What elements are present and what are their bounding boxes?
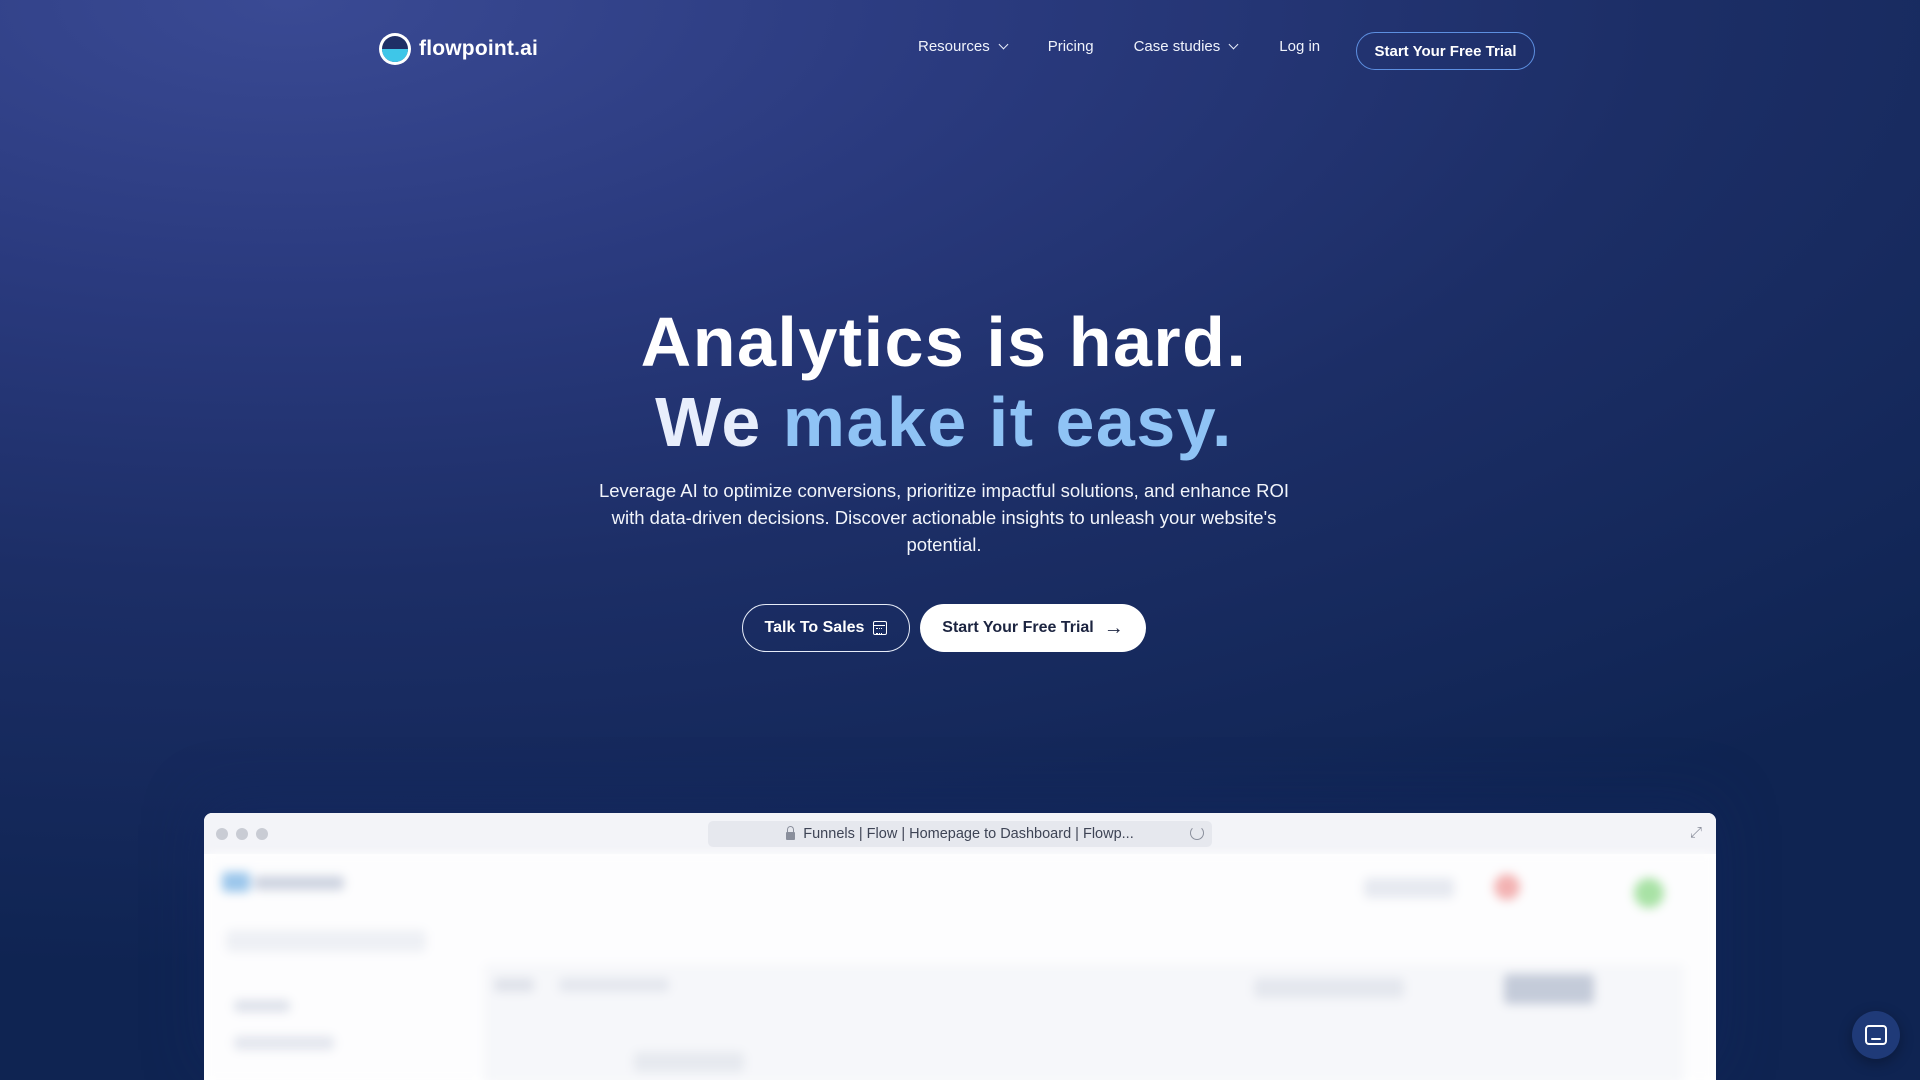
preview-text-block	[559, 978, 669, 992]
nav-links: Resources Pricing Case studies Log in	[918, 38, 1320, 55]
preview-sidebar-block	[234, 1036, 334, 1050]
chevron-down-icon	[998, 39, 1009, 50]
top-nav: flowpoint.ai Resources Pricing Case stud…	[0, 0, 1920, 100]
nav-pricing[interactable]: Pricing	[1048, 38, 1094, 55]
nav-login[interactable]: Log in	[1279, 38, 1320, 55]
nav-resources[interactable]: Resources	[918, 38, 1009, 55]
nav-pricing-label: Pricing	[1047, 38, 1094, 55]
preview-text-block	[494, 978, 534, 992]
url-title: Funnels | Flow | Homepage to Dashboard |…	[803, 826, 1134, 842]
preview-avatar-block	[1494, 874, 1520, 900]
preview-input-block	[1254, 978, 1404, 998]
url-bar[interactable]: Funnels | Flow | Homepage to Dashboard |…	[708, 821, 1212, 847]
preview-header-block	[1364, 878, 1454, 898]
chevron-down-icon	[1228, 39, 1239, 50]
logo-text: flowpoint.ai	[419, 37, 539, 60]
preview-avatar-block	[1634, 878, 1664, 908]
hero-headline-line2: We make it easy.	[0, 382, 1888, 462]
hero-headline-line1: Analytics is hard.	[640, 303, 1248, 381]
start-free-trial-label: Start Your Free Trial	[942, 619, 1094, 636]
hero-headline-highlight: make it easy.	[782, 383, 1233, 461]
lock-icon	[786, 826, 796, 840]
nav-case-studies[interactable]: Case studies	[1133, 38, 1239, 55]
window-dot-icon	[256, 828, 268, 840]
hero-buttons: Talk To Sales Start Your Free Trial →	[0, 604, 1888, 652]
calendar-icon	[873, 621, 888, 635]
preview-sidebar-block	[234, 1000, 290, 1012]
window-dot-icon	[236, 828, 248, 840]
preview-sidebar-block	[226, 930, 426, 952]
browser-toolbar: Funnels | Flow | Homepage to Dashboard |…	[204, 813, 1716, 854]
arrow-right-icon: →	[1103, 617, 1124, 639]
window-dot-icon	[216, 828, 228, 840]
talk-to-sales-label: Talk To Sales	[764, 619, 865, 636]
reload-icon[interactable]	[1190, 826, 1204, 840]
nav-login-label: Log in	[1279, 38, 1321, 55]
chat-icon	[1865, 1025, 1887, 1045]
blurred-dashboard-preview	[204, 854, 1716, 1080]
start-free-trial-button[interactable]: Start Your Free Trial →	[920, 604, 1146, 652]
logo[interactable]: flowpoint.ai	[379, 33, 538, 65]
preview-text-block	[634, 1052, 744, 1072]
expand-icon[interactable]: ⤢	[1688, 825, 1704, 841]
nav-free-trial-button[interactable]: Start Your Free Trial	[1356, 32, 1535, 70]
hero-subtitle: Leverage AI to optimize conversions, pri…	[598, 480, 1289, 555]
preview-button-block	[1504, 974, 1594, 1004]
preview-logo-block	[222, 872, 250, 892]
preview-text-block	[254, 876, 344, 890]
chat-widget-button[interactable]	[1852, 1011, 1900, 1059]
nav-case-studies-label: Case studies	[1133, 38, 1221, 55]
logo-icon	[379, 33, 411, 65]
talk-to-sales-button[interactable]: Talk To Sales	[742, 604, 910, 652]
hero-headline-prefix: We	[655, 383, 762, 461]
nav-resources-label: Resources	[918, 38, 990, 55]
product-preview-window: Funnels | Flow | Homepage to Dashboard |…	[204, 813, 1716, 1080]
